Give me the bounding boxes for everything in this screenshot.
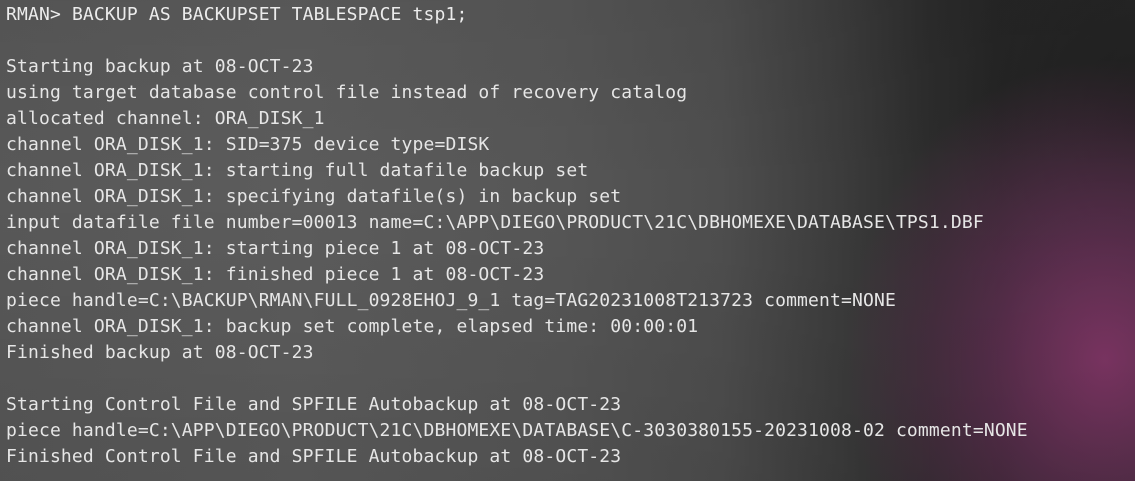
- output-line: channel ORA_DISK_1: SID=375 device type=…: [6, 134, 490, 155]
- terminal-output: RMAN> BACKUP AS BACKUPSET TABLESPACE tsp…: [6, 2, 1028, 470]
- output-line: channel ORA_DISK_1: backup set complete,…: [6, 316, 699, 337]
- output-line: input datafile file number=00013 name=C:…: [6, 212, 984, 233]
- rman-command: BACKUP AS BACKUPSET TABLESPACE tsp1;: [71, 4, 468, 25]
- output-line: piece handle=C:\BACKUP\RMAN\FULL_0928EHO…: [6, 290, 896, 311]
- output-line: allocated channel: ORA_DISK_1: [6, 108, 325, 129]
- terminal-window[interactable]: RMAN> BACKUP AS BACKUPSET TABLESPACE tsp…: [0, 0, 1135, 481]
- output-line: Starting backup at 08-OCT-23: [6, 56, 314, 77]
- output-line: using target database control file inste…: [6, 82, 688, 103]
- command-line: RMAN> BACKUP AS BACKUPSET TABLESPACE tsp…: [6, 2, 1028, 28]
- output-line: Finished backup at 08-OCT-23: [6, 342, 314, 363]
- output-line: channel ORA_DISK_1: finished piece 1 at …: [6, 264, 545, 285]
- output-line: channel ORA_DISK_1: specifying datafile(…: [6, 186, 622, 207]
- output-line: piece handle=C:\APP\DIEGO\PRODUCT\21C\DB…: [6, 420, 1028, 441]
- rman-prompt: RMAN>: [6, 4, 61, 25]
- output-line: Starting Control File and SPFILE Autobac…: [6, 394, 622, 415]
- output-line: Finished Control File and SPFILE Autobac…: [6, 446, 622, 467]
- output-line: channel ORA_DISK_1: starting piece 1 at …: [6, 238, 545, 259]
- output-line: channel ORA_DISK_1: starting full datafi…: [6, 160, 589, 181]
